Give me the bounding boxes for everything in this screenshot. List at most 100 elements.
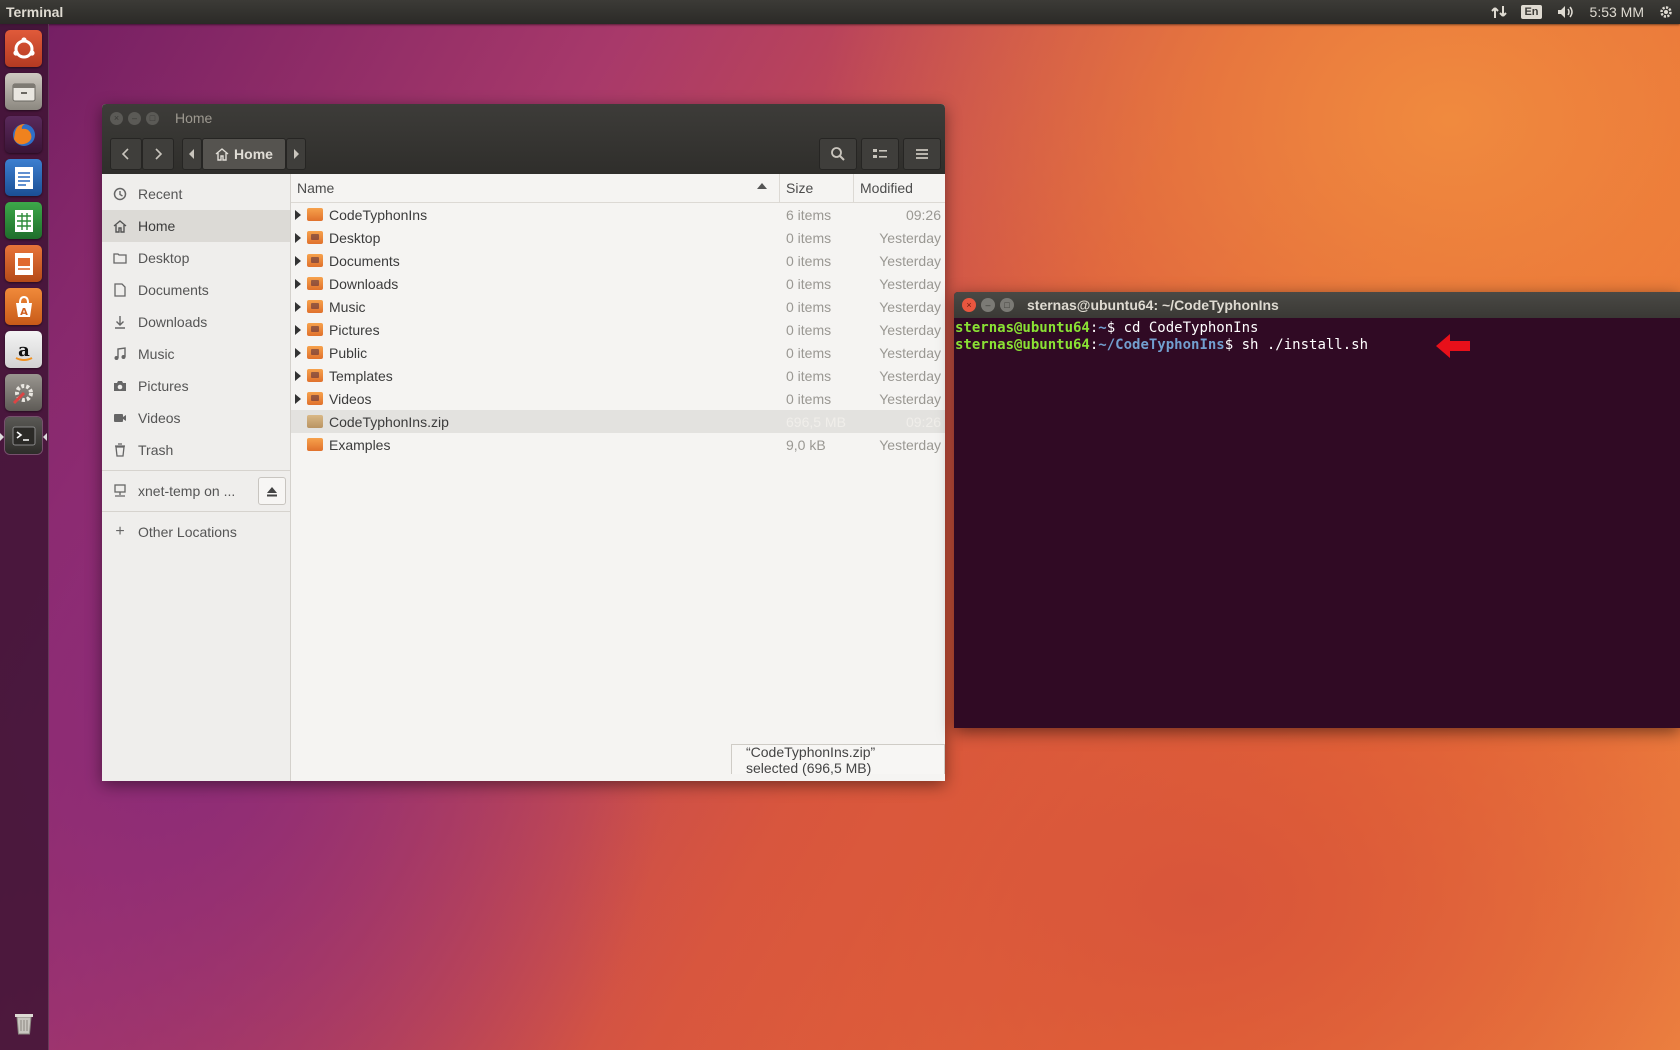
expand-triangle-icon[interactable] (291, 278, 305, 289)
file-modified: Yesterday (879, 275, 941, 292)
file-name: CodeTyphonIns.zip (329, 413, 449, 430)
software-center-icon[interactable]: A (5, 288, 42, 325)
sidebar-item-label: Recent (138, 186, 183, 202)
file-row[interactable]: Documents 0 items Yesterday (291, 249, 945, 272)
file-row[interactable]: Downloads 0 items Yesterday (291, 272, 945, 295)
sidebar-item-pictures[interactable]: Pictures (102, 370, 290, 402)
terminal-window[interactable]: × – □ sternas@ubuntu64: ~/CodeTyphonIns … (954, 292, 1680, 728)
volume-icon[interactable] (1556, 0, 1576, 24)
terminal-line: sternas@ubuntu64:~$ cd CodeTyphonIns (955, 320, 1259, 336)
file-name: Examples (329, 436, 391, 453)
expand-triangle-icon[interactable] (291, 209, 305, 220)
column-header-size[interactable]: Size (780, 174, 854, 202)
file-size: 696,5 MB (786, 413, 846, 430)
view-toggle-button[interactable] (861, 138, 899, 170)
minimize-icon[interactable]: – (981, 298, 995, 312)
column-header-name[interactable]: Name (291, 174, 780, 202)
firefox-icon[interactable] (5, 116, 42, 153)
file-row-selected[interactable]: CodeTyphonIns.zip 696,5 MB 09:26 (291, 410, 945, 433)
trash-icon[interactable] (5, 1004, 42, 1041)
sidebar-item-label: Other Locations (138, 524, 237, 540)
home-icon (112, 218, 128, 234)
calc-icon[interactable] (5, 202, 42, 239)
network-icon[interactable] (1491, 0, 1508, 24)
forward-button[interactable] (142, 138, 174, 170)
writer-icon[interactable] (5, 159, 42, 196)
expand-triangle-icon[interactable] (291, 347, 305, 358)
file-size: 0 items (786, 229, 832, 246)
file-modified: Yesterday (879, 390, 941, 407)
expand-triangle-icon[interactable] (291, 255, 305, 266)
plus-icon: + (115, 523, 125, 540)
sidebar-item-other-locations[interactable]: + Other Locations (102, 516, 290, 548)
window-controls: × – □ (110, 112, 159, 125)
terminal-icon[interactable] (5, 417, 42, 454)
close-icon[interactable]: × (110, 112, 123, 125)
sidebar-item-trash[interactable]: Trash (102, 434, 290, 466)
file-row[interactable]: CodeTyphonIns 6 items 09:26 (291, 203, 945, 226)
file-row[interactable]: Public 0 items Yesterday (291, 341, 945, 364)
expand-triangle-icon[interactable] (291, 393, 305, 404)
maximize-icon[interactable]: □ (1000, 298, 1014, 312)
file-row[interactable]: Desktop 0 items Yesterday (291, 226, 945, 249)
system-settings-icon[interactable] (5, 374, 42, 411)
amazon-icon[interactable]: a (5, 331, 42, 368)
menu-button[interactable] (903, 138, 941, 170)
file-row[interactable]: Videos 0 items Yesterday (291, 387, 945, 410)
documents-folder-icon (307, 254, 323, 267)
ubuntu-dash-icon[interactable] (5, 30, 42, 67)
terminal-output[interactable]: sternas@ubuntu64:~$ cd CodeTyphonIns ster… (954, 318, 1680, 354)
column-header-label: Name (297, 180, 335, 196)
file-row[interactable]: Examples 9,0 kB Yesterday (291, 433, 945, 456)
keyboard-layout-indicator[interactable]: En (1521, 0, 1542, 24)
sidebar-item-label: Trash (138, 442, 174, 458)
impress-icon[interactable] (5, 245, 42, 282)
expand-triangle-icon[interactable] (291, 370, 305, 381)
sidebar-item-desktop[interactable]: Desktop (102, 242, 290, 274)
public-folder-icon (307, 346, 323, 359)
music-folder-icon (307, 300, 323, 313)
sidebar-item-downloads[interactable]: Downloads (102, 306, 290, 338)
chevron-right-icon (155, 148, 163, 160)
close-icon[interactable]: × (962, 298, 976, 312)
breadcrumb-home[interactable]: Home (202, 138, 286, 170)
expand-triangle-icon[interactable] (291, 301, 305, 312)
file-name: Videos (329, 390, 372, 407)
sidebar-item-label: Videos (138, 410, 181, 426)
expand-triangle-icon[interactable] (291, 232, 305, 243)
download-icon (112, 314, 128, 330)
command-text: cd CodeTyphonIns (1123, 320, 1259, 336)
file-row[interactable]: Pictures 0 items Yesterday (291, 318, 945, 341)
file-modified: Yesterday (879, 344, 941, 361)
clock[interactable]: 5:53 MM (1590, 0, 1644, 24)
red-arrow-annotation-icon (1436, 334, 1470, 358)
file-modified: Yesterday (879, 321, 941, 338)
prompt-path: ~/CodeTyphonIns (1098, 337, 1225, 353)
keyboard-layout-label: En (1521, 5, 1542, 19)
sidebar-item-recent[interactable]: Recent (102, 178, 290, 210)
sidebar-item-label: xnet-temp on ... (138, 483, 236, 499)
gear-icon[interactable] (1658, 0, 1674, 24)
eject-button[interactable] (258, 477, 286, 505)
maximize-icon[interactable]: □ (146, 112, 159, 125)
expand-triangle-icon[interactable] (291, 324, 305, 335)
sidebar-item-music[interactable]: Music (102, 338, 290, 370)
sidebar-item-network-share[interactable]: xnet-temp on ... (102, 475, 290, 507)
sidebar-item-documents[interactable]: Documents (102, 274, 290, 306)
search-icon (831, 147, 845, 161)
column-header-modified[interactable]: Modified (854, 174, 945, 202)
sidebar-item-label: Pictures (138, 378, 189, 394)
sidebar-item-label: Music (138, 346, 175, 362)
file-row[interactable]: Music 0 items Yesterday (291, 295, 945, 318)
minimize-icon[interactable]: – (128, 112, 141, 125)
back-button[interactable] (110, 138, 142, 170)
file-row[interactable]: Templates 0 items Yesterday (291, 364, 945, 387)
files-icon[interactable] (5, 73, 42, 110)
sidebar-item-videos[interactable]: Videos (102, 402, 290, 434)
path-scroll-right-button[interactable] (286, 138, 306, 170)
breadcrumb-home-label: Home (234, 146, 273, 162)
window-title: Home (175, 110, 213, 126)
path-scroll-left-button[interactable] (182, 138, 202, 170)
search-button[interactable] (819, 138, 857, 170)
sidebar-item-home[interactable]: Home (102, 210, 290, 242)
